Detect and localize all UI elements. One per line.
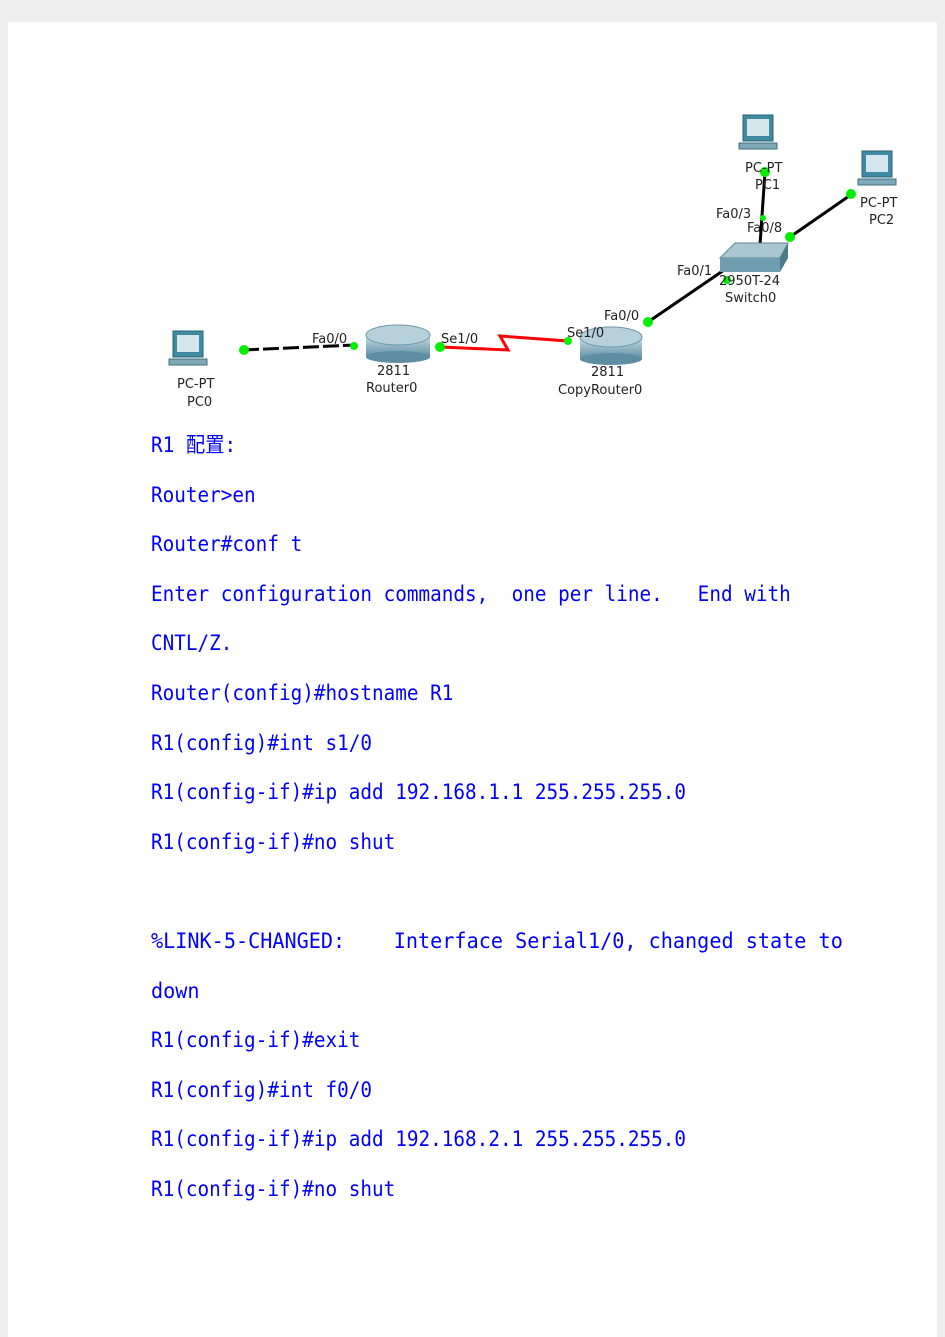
pc1-name: PC1 [755, 178, 780, 193]
command-line: Router>en [151, 482, 256, 507]
log-line: %LINK-5-CHANGED: Interface Serial1/0, ch… [151, 928, 843, 953]
link-switch-pc2 [789, 192, 853, 239]
router0-icon[interactable] [365, 324, 431, 363]
command-line: R1(config-if)#no shut [151, 1176, 396, 1201]
pc1-model: PC-PT [745, 161, 782, 176]
command-line: R1(config-if)#no shut [151, 829, 396, 854]
pc0-name: PC0 [187, 395, 212, 410]
port-label: Fa0/8 [747, 221, 782, 236]
pc0-model: PC-PT [177, 377, 214, 392]
switch0-model: 2950T-24 [719, 274, 780, 289]
router1-name: CopyRouter0 [558, 383, 642, 398]
command-line: Router(config)#hostname R1 [151, 680, 454, 705]
pc2-icon[interactable] [857, 150, 897, 186]
pc0-icon[interactable] [168, 330, 208, 366]
section-heading: R1 配置: [151, 433, 237, 457]
port-label: Se1/0 [441, 332, 478, 347]
pc1-icon[interactable] [738, 114, 778, 150]
port-label: Fa0/3 [716, 207, 751, 222]
command-line: R1(config-if)#ip add 192.168.2.1 255.255… [151, 1127, 687, 1152]
command-line: Router#conf t [151, 532, 303, 557]
router0-model: 2811 [377, 364, 410, 379]
command-line: R1(config)#int f0/0 [151, 1077, 373, 1102]
pc2-model: PC-PT [860, 196, 897, 211]
output-line: CNTL/Z. [151, 631, 233, 656]
pc2-name: PC2 [869, 213, 894, 228]
switch0-name: Switch0 [725, 291, 776, 306]
switch0-icon[interactable] [718, 242, 789, 272]
command-line: R1(config-if)#ip add 192.168.1.1 255.255… [151, 780, 687, 805]
router0-name: Router0 [366, 381, 417, 396]
router1-model: 2811 [591, 365, 624, 380]
port-label: Fa0/1 [677, 264, 712, 279]
log-line: down [151, 978, 200, 1003]
command-line: R1(config)#int s1/0 [151, 730, 373, 755]
port-label: Fa0/0 [312, 332, 347, 347]
config-text: R1 配置: Router>en Router#conf t Enter con… [151, 425, 851, 1219]
port-label: Fa0/0 [604, 309, 639, 324]
command-line: R1(config-if)#exit [151, 1028, 361, 1053]
network-topology-diagram: PC-PT PC0 2811 Router0 2811 CopyRouter0 … [168, 114, 897, 410]
port-label: Se1/0 [567, 326, 604, 341]
output-line: Enter configuration commands, one per li… [151, 581, 791, 606]
